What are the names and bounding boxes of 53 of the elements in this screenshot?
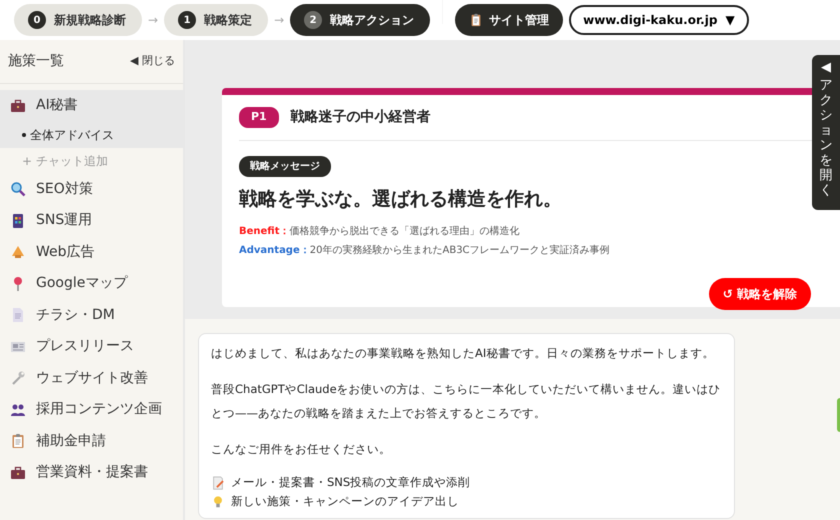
wrench-icon [10,370,26,386]
list-item-text: メール・提案書・SNS投稿の文章作成や添削 [231,474,470,491]
sidebar-item[interactable]: AI秘書 [0,90,183,122]
sidebar-subitem[interactable]: 全体アドバイス [0,122,183,148]
step-tab[interactable]: 0 新規戦略診断 [14,4,142,36]
sidebar-item[interactable]: ウェブサイト改善 [0,362,183,394]
step-arrow: → [274,12,284,29]
lightbulb-icon [211,494,225,508]
step-tab[interactable]: 1 戦略策定 [164,4,268,36]
clipboard-icon [10,433,26,450]
sidebar-item[interactable]: Googleマップ [0,268,183,300]
message-paragraph: 普段ChatGPTやClaudeをお使いの方は、こちらに一本化していただいて構いません。違いはひとつ——あなたの戦略を踏まえた上でお答えするところです。 [211,381,722,422]
bullet-icon [22,132,26,136]
people-icon [10,402,26,418]
step-arrow: → [148,12,158,29]
domain-select[interactable]: www.digi-kaku.or.jp ▼ [569,5,749,35]
close-sidebar-button[interactable]: ◀ 閉じる [130,53,175,70]
site-admin-button[interactable]: サイト管理 [455,4,564,36]
message-tag: 戦略メッセージ [239,156,331,177]
persona-title: 戦略迷子の中小経営者 [290,108,431,127]
caret-icon: ▼ [725,11,735,29]
reset-strategy-button[interactable]: ↺ 戦略を解除 [708,278,811,310]
list-item-text: 新しい施策・キャンペーンのアイデア出し [231,493,459,510]
benefit-label: Benefit： [239,226,290,236]
sidebar-item[interactable]: Web広告 [0,236,183,268]
step-tab[interactable]: 2 戦略アクション [290,4,430,36]
sidebar-title: 施策一覧 [8,52,64,71]
clipboard-icon [469,13,484,27]
advantage-label: Advantage： [239,244,310,256]
step-number: 0 [28,11,46,29]
persona-badge: P1 [239,107,279,128]
magnifier-icon [10,181,26,198]
step-number: 1 [178,11,196,29]
open-actions-tab[interactable]: ◀ アクションを開く [812,55,840,210]
briefcase-icon [10,464,26,481]
memo-icon [211,476,225,490]
strategy-headline: 戦略を学ぶな。選ばれる構造を作れ。 [239,187,563,212]
sidebar-item[interactable]: 採用コンテンツ企画 [0,394,183,426]
phone-icon [10,212,26,229]
sidebar-item[interactable]: SNS運用 [0,205,183,236]
document-icon [10,307,26,324]
message-paragraph: はじめまして、私はあなたの事業戦略を熟知したAI秘書です。日々の業務をサポートします。 [211,345,716,362]
briefcase-icon [10,98,26,114]
sidebar-item[interactable]: 補助金申請 [0,426,183,457]
side-tab-edge [837,398,840,432]
sidebar-item[interactable]: チラシ・DM [0,300,183,331]
sidebar-item[interactable]: 営業資料・提案書 [0,457,183,488]
sidebar-item[interactable]: SEO対策 [0,174,183,205]
benefit-text: 価格競争から脱出できる「選ばれる理由」の構造化 [290,226,520,236]
message-paragraph: こんなご用件をお任せください。 [211,441,392,458]
sidebar-item[interactable]: プレスリリース [0,331,183,362]
step-number: 2 [304,11,322,29]
advantage-text: 20年の実務経験から生まれたAB3Cフレームワークと実証済み事例 [310,244,610,256]
